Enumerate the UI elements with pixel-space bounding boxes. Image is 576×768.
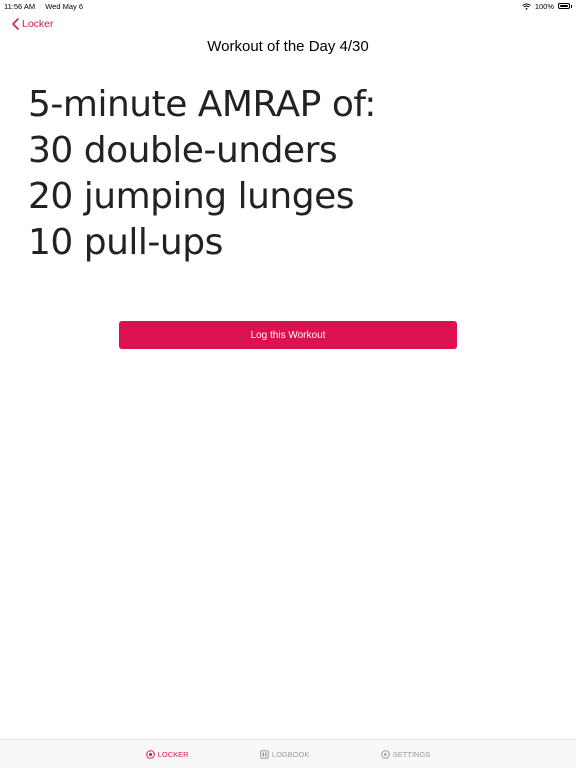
tab-label: LOCKER xyxy=(157,749,189,759)
settings-icon xyxy=(380,749,390,759)
locker-icon xyxy=(145,749,155,759)
wifi-icon xyxy=(521,2,531,10)
log-workout-button[interactable]: Log this Workout xyxy=(119,321,457,349)
status-time: 11:56 AM xyxy=(4,1,36,11)
page-title: Workout of the Day 4/30 xyxy=(207,38,369,55)
status-left: 11:56 AM Wed May 6 xyxy=(4,2,91,11)
status-right: 100% xyxy=(521,1,572,11)
battery-tip xyxy=(571,4,572,8)
battery-icon xyxy=(558,3,570,9)
back-button[interactable]: Locker xyxy=(12,18,54,30)
workout-line: 20 jumping lunges xyxy=(28,176,355,217)
workout-line: 5-minute AMRAP of: xyxy=(28,84,376,125)
workout-line: 10 pull-ups xyxy=(28,222,223,263)
back-label: Locker xyxy=(22,18,54,30)
tab-logbook[interactable]: LOGBOOK xyxy=(260,749,310,759)
tab-label: SETTINGS xyxy=(392,749,431,759)
status-date: Wed May 6 xyxy=(45,1,84,11)
workout-line: 30 double-unders xyxy=(28,130,338,171)
tab-bar: LOCKER LOGBOOK SETTINGS xyxy=(0,739,576,768)
tab-locker[interactable]: LOCKER xyxy=(145,749,189,759)
tab-settings[interactable]: SETTINGS xyxy=(380,749,431,759)
battery-percent: 100% xyxy=(534,1,554,11)
workout-description: 5-minute AMRAP of: 30 double-unders 20 j… xyxy=(28,82,556,266)
tab-label: LOGBOOK xyxy=(271,749,310,759)
logbook-icon xyxy=(260,749,269,759)
chevron-left-icon xyxy=(12,18,19,30)
status-bar: 11:56 AM Wed May 6 100% xyxy=(0,0,576,12)
